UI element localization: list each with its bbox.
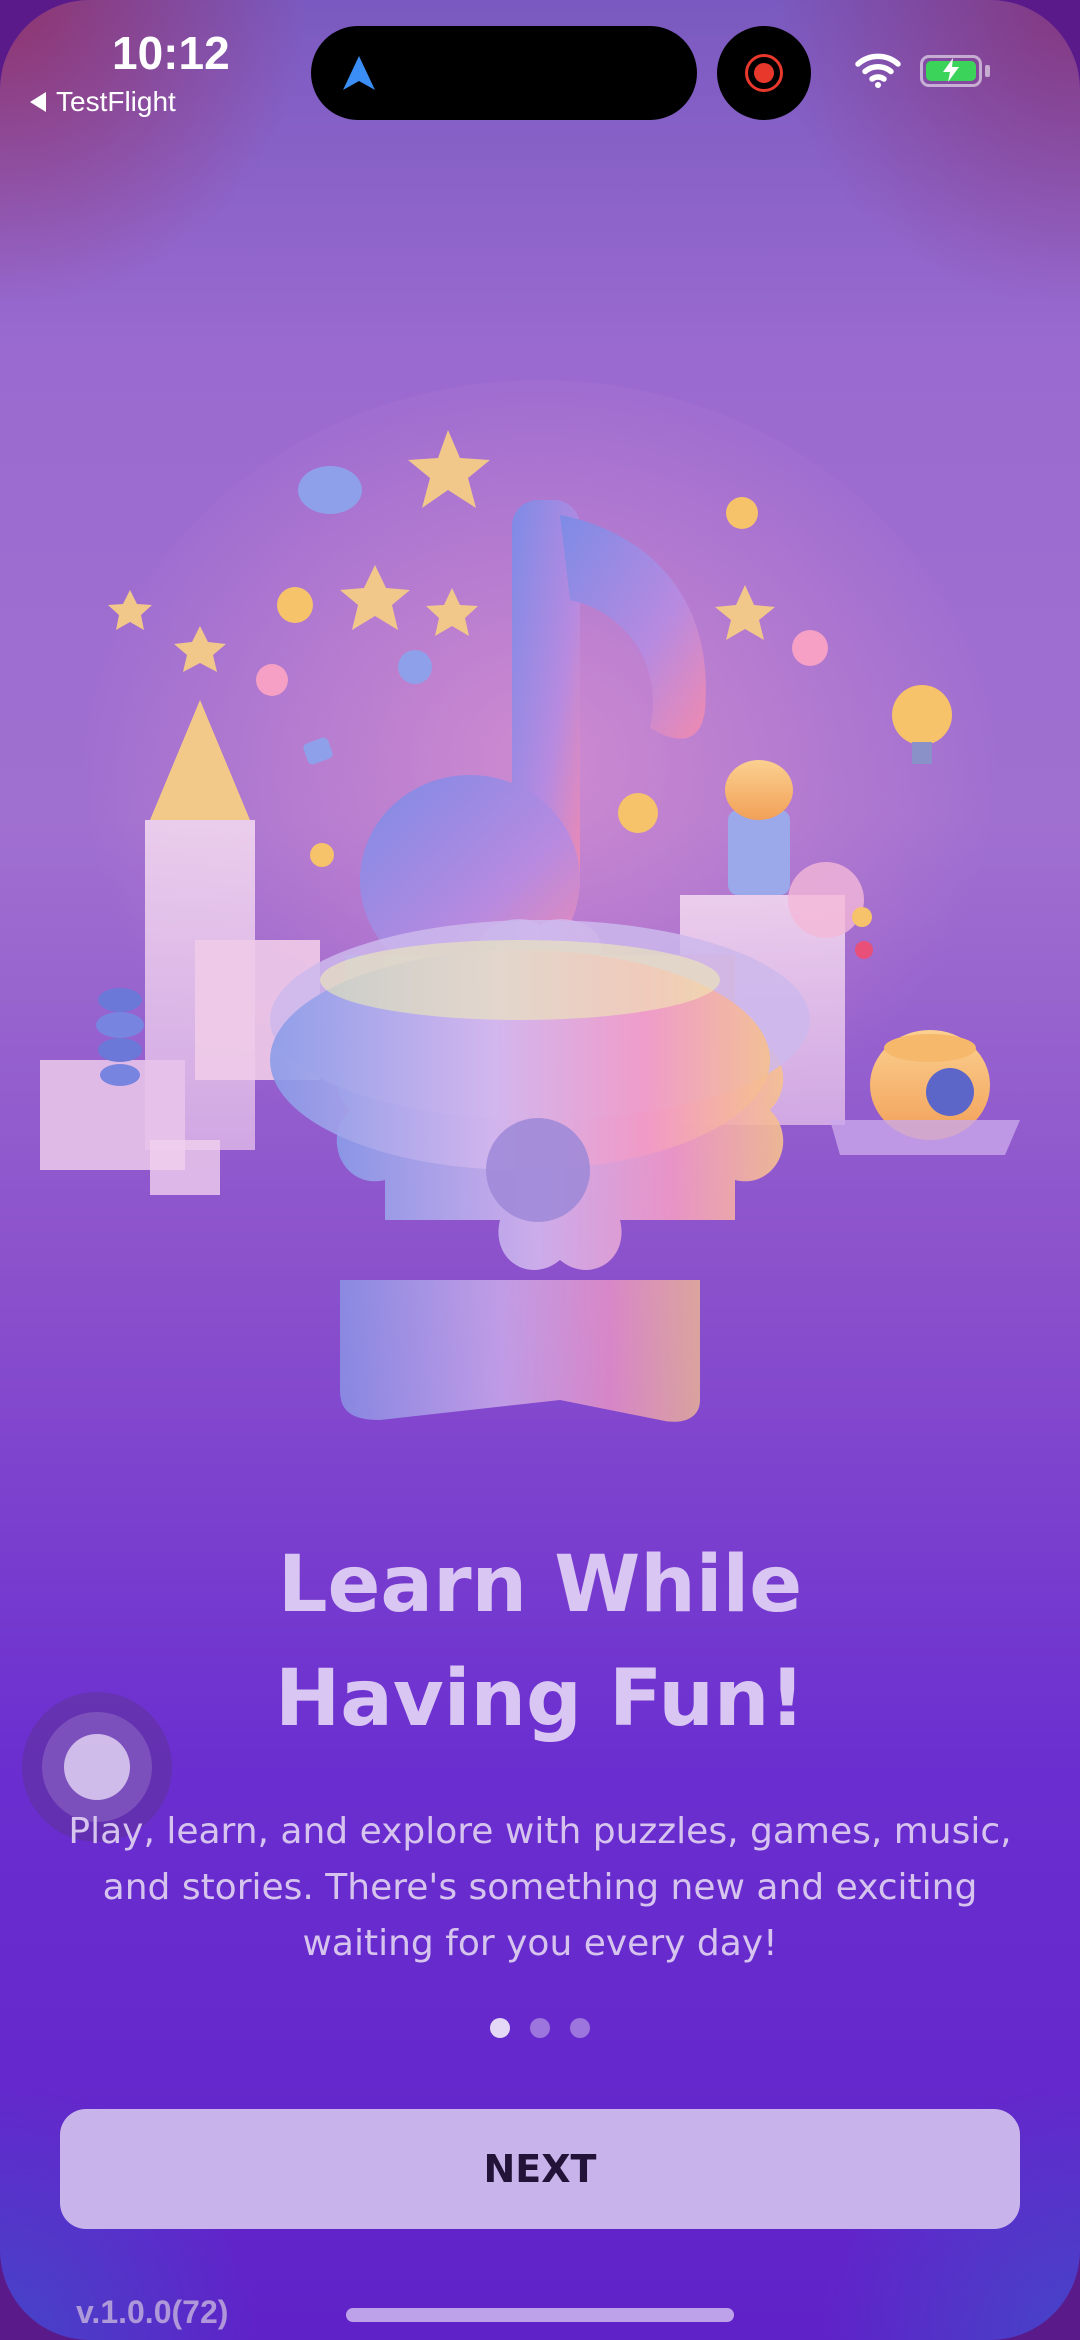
- back-arrow-icon: [30, 92, 46, 112]
- hero-illustration: [0, 380, 1080, 1440]
- record-dot: [754, 63, 774, 83]
- app-version-label: v.1.0.0(72): [76, 2294, 229, 2330]
- page-dot-3[interactable]: [570, 2018, 590, 2038]
- back-link-label: TestFlight: [56, 86, 176, 117]
- page-dot-2[interactable]: [530, 2018, 550, 2038]
- title-line-2: Having Fun!: [274, 1654, 806, 1744]
- wifi-icon: [855, 53, 901, 88]
- charging-bolt-icon: [943, 58, 959, 82]
- home-indicator[interactable]: [346, 2308, 734, 2322]
- title-line-1: Learn While: [277, 1540, 803, 1630]
- navigation-arrow-icon: [343, 56, 375, 90]
- battery-cap: [985, 65, 990, 77]
- dynamic-island: [311, 26, 697, 120]
- page-dot-1[interactable]: [490, 2018, 510, 2038]
- page-indicator: [0, 2018, 1080, 2038]
- back-to-testflight-link[interactable]: TestFlight: [30, 86, 176, 118]
- status-time: 10:12: [112, 27, 230, 79]
- battery-fill: [926, 58, 976, 82]
- screen-record-indicator: [717, 26, 811, 120]
- onboarding-description: Play, learn, and explore with puzzles, g…: [68, 1811, 1012, 1964]
- next-button[interactable]: NEXT: [60, 2109, 1020, 2229]
- battery-icon: [920, 55, 982, 87]
- app-screen: 10:12 TestFlight Learn While Having Fun!…: [0, 0, 1080, 2340]
- onboarding-title: Learn While Having Fun!: [0, 1528, 1080, 1756]
- music-puzzle-illustration: [40, 380, 1020, 1422]
